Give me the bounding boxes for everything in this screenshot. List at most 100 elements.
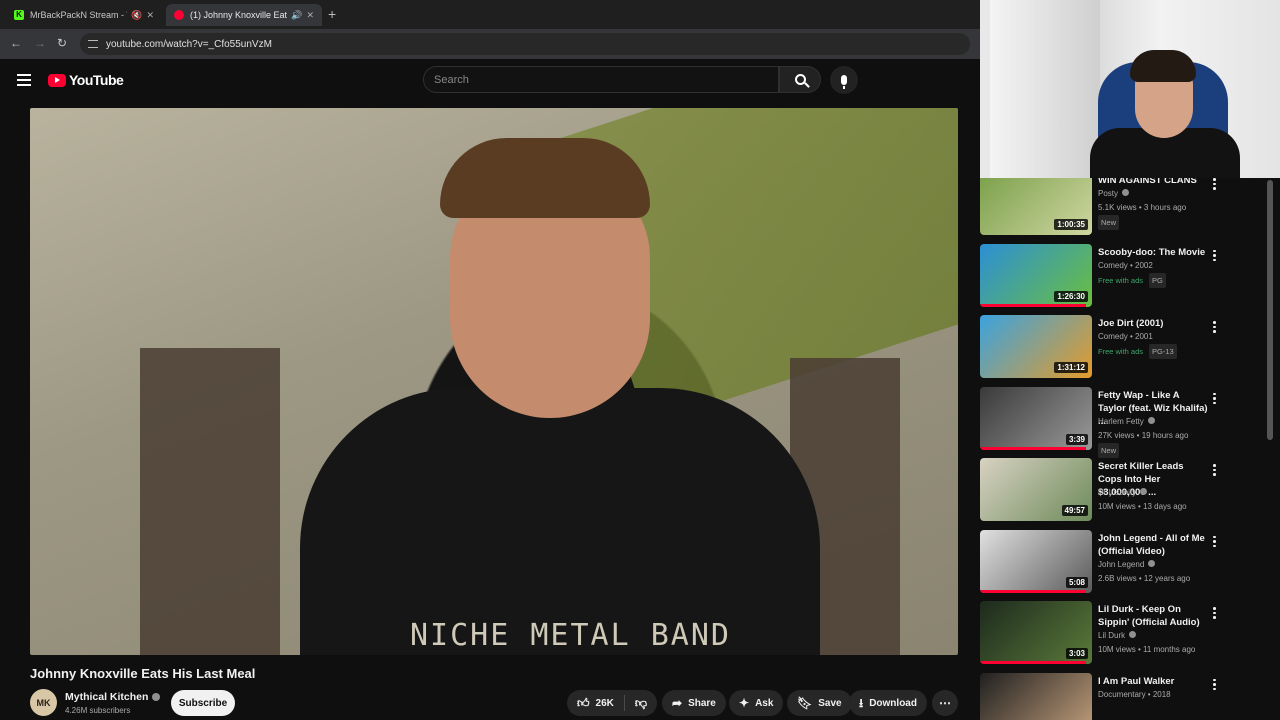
recommendation-channel[interactable]: Harlem Fetty <box>1098 415 1155 428</box>
channel-text: Documentary • 2018 <box>1098 689 1171 699</box>
like-dislike-group: 👍︎ 26K 👎︎ <box>567 690 658 716</box>
subscriber-count: 4.26M subscribers <box>65 706 131 715</box>
browser-tab-stream[interactable]: K MrBackPackN Stream - Wa 🔇 ✕ <box>6 4 162 26</box>
recommendation-title[interactable]: WIN AGAINST CLANS <box>1098 178 1208 187</box>
recommendation-title[interactable]: Scooby-doo: The Movie <box>1098 246 1208 259</box>
recommendation-channel[interactable]: Lil Durk <box>1098 629 1137 642</box>
address-bar[interactable]: youtube.com/watch?v=_Cfo55unVzM <box>80 33 970 55</box>
logo-text: YouTube <box>69 72 124 88</box>
recommendation-channel[interactable]: Documentary • 2018 <box>1098 688 1171 701</box>
recommendation-title[interactable]: Lil Durk - Keep On Sippin' (Official Aud… <box>1098 603 1208 629</box>
dislike-button[interactable]: 👎︎ <box>625 690 657 716</box>
reload-icon[interactable]: ↻ <box>57 36 67 50</box>
more-vertical-icon[interactable] <box>1212 392 1216 405</box>
recommendation-badge: PG-13 <box>1149 344 1177 359</box>
thumbs-down-icon: 👎︎ <box>634 696 648 710</box>
share-label: Share <box>688 697 716 709</box>
menu-icon[interactable] <box>17 74 31 86</box>
video-player[interactable]: NICHE METAL BAND <box>30 108 958 655</box>
recommendation-thumbnail[interactable]: 3:39 <box>980 386 1092 450</box>
like-button[interactable]: 👍︎ 26K <box>567 690 624 716</box>
ask-button[interactable]: ✦ Ask <box>729 690 784 716</box>
recommendation-thumbnail[interactable]: 5:08 <box>980 529 1092 593</box>
recommendation-badge: Free with ads <box>1098 275 1144 285</box>
channel-text: Lil Durk <box>1098 631 1126 640</box>
more-vertical-icon[interactable] <box>1212 464 1216 476</box>
recommendation-thumbnail[interactable]: 1:26:30 <box>980 243 1092 307</box>
recommendation-thumbnail[interactable]: 1:31:12 <box>980 315 1092 378</box>
recommendation-item[interactable]: 1:00:35 WIN AGAINST CLANS Posty 5.1K views … <box>980 178 1236 240</box>
more-vertical-icon[interactable] <box>1212 178 1216 190</box>
verified-check-icon <box>1147 416 1155 424</box>
video-frame-backdrop-left <box>140 348 280 655</box>
share-button[interactable]: ➦ Share <box>662 690 726 716</box>
close-tab-icon[interactable]: ✕ <box>146 10 154 21</box>
recommendation-badge: Free with ads <box>1098 347 1144 356</box>
forward-arrow-icon[interactable]: → <box>34 36 46 50</box>
microphone-icon <box>841 75 847 89</box>
close-tab-icon[interactable]: ✕ <box>306 10 314 21</box>
duration-badge: 5:08 <box>1065 576 1088 588</box>
download-icon: ⭳ <box>859 696 864 710</box>
duration-badge: 3:03 <box>1065 648 1088 659</box>
channel-name[interactable]: Mythical Kitchen <box>65 691 161 703</box>
recommendation-item[interactable]: 3:39 Fetty Wap - Like A Taylor (feat. Wiz… <box>980 386 1236 458</box>
channel-text: Posty <box>1098 189 1119 198</box>
recommendation-channel[interactable]: Posty <box>1098 187 1130 200</box>
recommendation-thumbnail[interactable]: 1:00:35 <box>980 178 1092 235</box>
recommendation-title[interactable]: Joe Dirt (2001) <box>1098 317 1208 330</box>
verified-check-icon <box>1140 488 1148 495</box>
search-input[interactable]: Search <box>423 66 779 93</box>
browser-tab-youtube[interactable]: (1) Johnny Knoxville Eats His 🔊 ✕ <box>166 4 322 26</box>
more-actions-button[interactable]: ⋯ <box>932 690 958 716</box>
recommendation-badge: New <box>1098 215 1120 230</box>
more-vertical-icon[interactable] <box>1212 249 1216 262</box>
recommendation-views: 10M views • 13 days ago <box>1098 502 1187 511</box>
recommendation-item[interactable]: 1:26:30 Scooby-doo: The Movie Comedy • 200… <box>980 243 1236 312</box>
kick-favicon-icon: K <box>14 10 24 20</box>
recommendation-channel[interactable]: Dr Insanity <box>1098 486 1148 499</box>
recommendation-item[interactable]: 49:57 Secret Killer Leads Cops Into Her $… <box>980 458 1236 526</box>
recommendation-channel[interactable]: Comedy • 2002 <box>1098 259 1153 272</box>
recommendation-title[interactable]: John Legend - All of Me (Official Video) <box>1098 532 1208 558</box>
channel-avatar[interactable]: MK <box>30 689 57 716</box>
recommendation-thumbnail[interactable]: 49:57 <box>980 458 1092 521</box>
search-button[interactable] <box>779 66 821 93</box>
video-frame-hair <box>440 138 650 218</box>
recommendation-channel[interactable]: John Legend <box>1098 558 1156 571</box>
sidebar-scrollbar[interactable] <box>1267 180 1273 440</box>
youtube-logo[interactable]: YouTube <box>48 72 124 88</box>
recommendation-badges: New <box>1098 442 1122 458</box>
recommendation-channel[interactable]: Comedy • 2001 <box>1098 330 1153 343</box>
duration-badge: 1:26:30 <box>1054 290 1088 302</box>
download-button[interactable]: ⭳ Download <box>849 690 927 716</box>
save-button-wrap: 🔖︎ Save <box>787 690 852 716</box>
watch-progress-bar <box>980 446 1087 450</box>
recommendation-item[interactable]: 1:31:12 Joe Dirt (2001) Comedy • 2001 Free … <box>980 315 1236 383</box>
channel-text: Comedy • 2001 <box>1098 332 1153 341</box>
save-button[interactable]: 🔖︎ Save <box>787 690 852 716</box>
speaker-icon[interactable]: 🔊 <box>291 10 302 21</box>
recommendation-item[interactable]: 5:08 John Legend - All of Me (Official Vi… <box>980 529 1236 598</box>
save-label: Save <box>818 697 842 709</box>
more-vertical-icon[interactable] <box>1212 678 1216 691</box>
recommendation-item[interactable]: 3:03 Lil Durk - Keep On Sippin' (Official… <box>980 601 1236 669</box>
sparkle-icon: ✦ <box>739 696 750 710</box>
like-count: 26K <box>595 697 614 709</box>
voice-search-button[interactable] <box>830 66 858 94</box>
recommendation-thumbnail[interactable]: 3:03 <box>980 601 1092 664</box>
more-vertical-icon[interactable] <box>1212 535 1216 548</box>
recommendation-title[interactable]: I Am Paul Walker <box>1098 675 1208 688</box>
site-settings-icon[interactable] <box>88 40 98 48</box>
tab-title: MrBackPackN Stream - Wa <box>30 10 127 20</box>
more-vertical-icon[interactable] <box>1212 607 1216 619</box>
new-tab-button[interactable]: + <box>328 6 336 22</box>
channel-name-text: Mythical Kitchen <box>65 691 149 703</box>
recommendation-item[interactable]: I Am Paul Walker Documentary • 2018 <box>980 672 1236 720</box>
muted-speaker-icon[interactable]: 🔇 <box>131 10 142 21</box>
back-arrow-icon[interactable]: ← <box>10 36 22 50</box>
subscribe-button[interactable]: Subscribe <box>171 690 235 716</box>
more-vertical-icon[interactable] <box>1212 321 1216 333</box>
recommendation-thumbnail[interactable] <box>980 672 1092 720</box>
recommendation-badge: New <box>1098 442 1120 458</box>
